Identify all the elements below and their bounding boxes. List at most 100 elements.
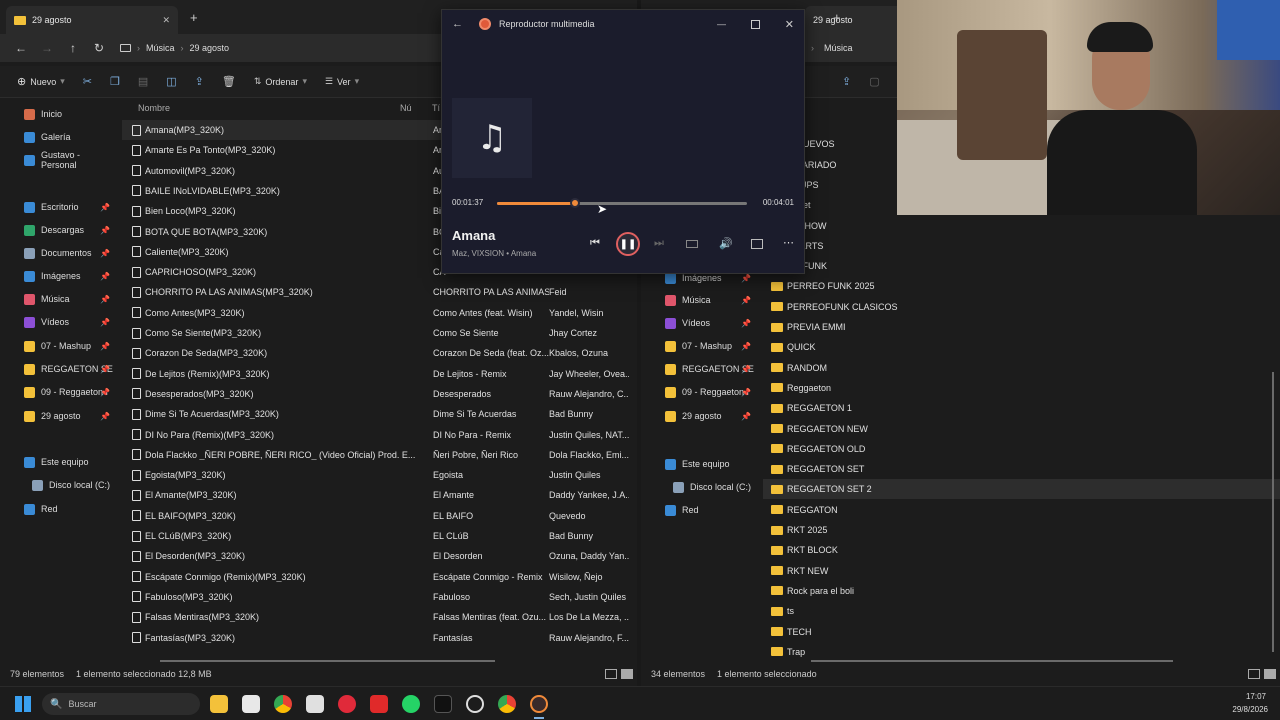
pin-icon[interactable]: 📌 <box>741 412 751 421</box>
file-row[interactable]: Egoista(MP3_320K) Egoista Justin Quiles <box>122 465 637 485</box>
sidebar-item[interactable]: Documentos 📌 <box>0 243 118 263</box>
file-row[interactable]: Fabuloso(MP3_320K) Fabuloso Sech, Justin Q… <box>122 587 637 607</box>
windows-start-icon[interactable] <box>15 696 31 712</box>
sidebar-item[interactable]: Este equipo <box>641 454 759 474</box>
chrome-taskbar-icon[interactable] <box>274 695 292 713</box>
file-row[interactable]: DI No Para (Remix)(MP3_320K) DI No Para -… <box>122 425 637 445</box>
pin-icon[interactable]: 📌 <box>741 296 751 305</box>
column-header-title[interactable]: Tí <box>432 100 440 116</box>
seek-bar[interactable] <box>497 198 747 208</box>
sidebar-item[interactable]: 29 agosto 📌 <box>0 406 118 426</box>
breadcrumb-29-agosto[interactable]: 29 agosto <box>184 43 236 53</box>
sidebar-item[interactable]: Escritorio 📌 <box>0 197 118 217</box>
column-header-name[interactable]: Nombre <box>138 100 170 116</box>
sidebar-item[interactable]: Música 📌 <box>641 290 759 310</box>
cast-icon[interactable] <box>751 239 763 249</box>
new-tab-button[interactable]: + <box>190 10 198 25</box>
folder-row[interactable]: ts <box>763 601 1280 621</box>
previous-icon[interactable]: ⏮ <box>590 237 600 250</box>
file-row[interactable]: El Amante(MP3_320K) El Amante Daddy Yankee… <box>122 485 637 505</box>
folder-row[interactable]: REGGAETON OLD <box>763 439 1280 459</box>
sidebar-item[interactable]: Disco local (C:) <box>0 475 118 495</box>
more-options-icon[interactable]: ⋯ <box>783 236 794 249</box>
app-taskbar-icon[interactable] <box>466 695 484 713</box>
copy-button[interactable]: ❐ <box>105 71 125 93</box>
sort-button[interactable]: ⇅ Ordenar ▾ <box>249 71 312 93</box>
sidebar-item[interactable]: Descargas 📌 <box>0 220 118 240</box>
tiles-view-icon[interactable] <box>1264 669 1276 679</box>
delete-button[interactable]: 🗑 <box>217 71 241 93</box>
calendar-taskbar-icon[interactable] <box>242 695 260 713</box>
clock-time[interactable]: 17:07 <box>1246 692 1266 701</box>
file-row[interactable]: Falsas Mentiras(MP3_320K) Falsas Mentiras… <box>122 607 637 627</box>
volume-icon[interactable]: 🔊 <box>719 237 733 250</box>
horizontal-scrollbar[interactable] <box>160 660 495 662</box>
miniplayer-icon[interactable] <box>686 240 698 248</box>
new-button[interactable]: ⊕ Nuevo ▾ <box>12 71 70 93</box>
file-row[interactable]: Fantasías(MP3_320K) Fantasías Rauw Alejand… <box>122 628 637 648</box>
new-tab-button[interactable]: + <box>833 10 841 25</box>
file-row[interactable]: EL BAIFO(MP3_320K) EL BAIFO Quevedo <box>122 506 637 526</box>
sidebar-item[interactable]: Vídeos 📌 <box>0 312 118 332</box>
folder-row[interactable]: IN SHOW <box>763 216 1280 236</box>
sidebar-item[interactable]: REGGAETON SE 📌 <box>0 359 118 379</box>
sidebar-item[interactable]: Imágenes 📌 <box>0 266 118 286</box>
pin-icon[interactable]: 📌 <box>741 319 751 328</box>
file-row[interactable]: Desesperados(MP3_320K) Desesperados Rauw A… <box>122 384 637 404</box>
folder-row[interactable]: PREVIA EMMI <box>763 317 1280 337</box>
breadcrumb-musica[interactable]: Música <box>140 43 181 53</box>
sidebar-item[interactable]: 29 agosto 📌 <box>641 406 759 426</box>
file-row[interactable]: Como Antes(MP3_320K) Como Antes (feat. Wi… <box>122 303 637 323</box>
tab-29-agosto[interactable]: 29 agosto ✕ <box>6 6 178 34</box>
youtube-taskbar-icon[interactable] <box>370 695 388 713</box>
whatsapp-taskbar-icon[interactable] <box>402 695 420 713</box>
folder-row[interactable]: RANDOM <box>763 358 1280 378</box>
pin-icon[interactable]: 📌 <box>741 365 751 374</box>
rename-button[interactable]: ◫ <box>161 71 181 93</box>
pin-icon[interactable]: 📌 <box>100 226 110 235</box>
sidebar-item[interactable]: Red <box>0 499 118 519</box>
maximize-icon[interactable] <box>751 19 760 29</box>
pin-icon[interactable]: 📌 <box>100 365 110 374</box>
file-row[interactable]: EL CLúB(MP3_320K) EL CLúB Bad Bunny <box>122 526 637 546</box>
sidebar-item[interactable]: Vídeos 📌 <box>641 313 759 333</box>
chrome-profile-taskbar-icon[interactable] <box>498 695 516 713</box>
folder-row[interactable]: Trap <box>763 642 1280 662</box>
folder-row[interactable]: PERREOFUNK CLASICOS <box>763 297 1280 317</box>
cut-button[interactable]: ✂ <box>78 71 97 93</box>
folder-row[interactable]: Reggaeton <box>763 378 1280 398</box>
pin-icon[interactable]: 📌 <box>100 388 110 397</box>
file-explorer-taskbar-icon[interactable] <box>210 695 228 713</box>
sidebar-item[interactable]: Red <box>641 500 759 520</box>
folder-row[interactable]: RKT BLOCK <box>763 540 1280 560</box>
terminal-taskbar-icon[interactable] <box>306 695 324 713</box>
paste-button[interactable]: ▤ <box>133 71 153 93</box>
back-icon[interactable]: ← <box>10 37 32 59</box>
tiles-view-icon[interactable] <box>621 669 633 679</box>
sidebar-item[interactable]: 09 - Reggaeton I 📌 <box>641 382 759 402</box>
folder-row[interactable]: EO FUNK <box>763 256 1280 276</box>
close-tab-icon[interactable]: ✕ <box>162 15 170 26</box>
sidebar-item[interactable]: Gustavo - Personal <box>0 150 118 170</box>
pin-icon[interactable]: 📌 <box>741 342 751 351</box>
pin-icon[interactable]: 📌 <box>100 295 110 304</box>
sidebar-item[interactable]: 07 - Mashup 📌 <box>0 336 118 356</box>
file-row[interactable]: El Desorden(MP3_320K) El Desorden Ozuna, D… <box>122 546 637 566</box>
sidebar-item[interactable]: Música 📌 <box>0 289 118 309</box>
opera-taskbar-icon[interactable] <box>338 695 356 713</box>
folder-row[interactable]: RKT NEW <box>763 561 1280 581</box>
column-header-number[interactable]: Nú <box>400 100 412 116</box>
pin-icon[interactable]: 📌 <box>100 249 110 258</box>
breadcrumb-musica[interactable]: Música <box>818 43 859 53</box>
folder-row[interactable]: RKT 2025 <box>763 520 1280 540</box>
folder-row[interactable]: REGGAETON SET <box>763 459 1280 479</box>
file-row[interactable]: Escápate Conmigo (Remix)(MP3_320K) Escápa… <box>122 567 637 587</box>
pin-icon[interactable]: 📌 <box>741 274 751 283</box>
file-row[interactable]: Corazon De Seda(MP3_320K) Corazon De Seda… <box>122 343 637 363</box>
sidebar-item[interactable]: Inicio <box>0 104 118 124</box>
taskbar-search[interactable]: 🔍 Buscar <box>42 693 200 715</box>
folder-row[interactable]: REGGATON <box>763 500 1280 520</box>
folder-row[interactable]: QUICK <box>763 337 1280 357</box>
details-view-icon[interactable] <box>605 669 617 679</box>
pin-icon[interactable]: 📌 <box>100 318 110 327</box>
